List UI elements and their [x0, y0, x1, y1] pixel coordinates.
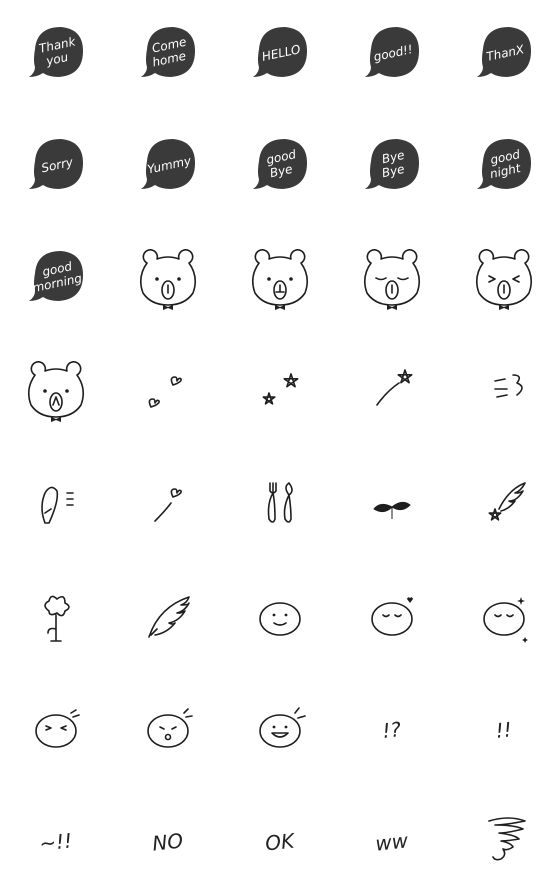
sticker-bubble[interactable]: Thank you [0, 0, 112, 112]
bubble-icon: ByeBye [365, 139, 419, 189]
sticker-bear-smile[interactable] [224, 224, 336, 336]
sticker-bubble[interactable]: Yummy [112, 112, 224, 224]
hand-text: OK [264, 828, 297, 855]
sticker-face-squint[interactable] [0, 672, 112, 784]
sticker-bubble[interactable]: Sorry [0, 112, 112, 224]
hearts-icon [148, 376, 182, 408]
handtext-icon: !? [381, 717, 402, 743]
handtext-icon: ~!! [38, 828, 73, 855]
sticker-handtext[interactable]: ww [336, 784, 448, 896]
bubble-icon: Comehome [141, 27, 195, 77]
handtext-icon: NO [151, 828, 184, 855]
tornado-icon [488, 817, 526, 861]
lightbulb-icon [41, 486, 74, 524]
dash-lines-icon [494, 374, 523, 398]
hand-text: ww [374, 828, 410, 855]
sticker-hearts[interactable] [112, 336, 224, 448]
shooting-star-icon [376, 369, 413, 406]
sticker-flower[interactable] [0, 560, 112, 672]
sticker-handtext[interactable]: OK [224, 784, 336, 896]
sticker-face-sparkle[interactable] [448, 560, 560, 672]
face-icon [35, 709, 80, 748]
sticker-star-wing[interactable] [448, 448, 560, 560]
sticker-handtext[interactable]: !! [448, 672, 560, 784]
hand-text: !! [494, 717, 512, 743]
bubble-icon: ThanX [477, 27, 531, 77]
bubble-icon: goodnight [477, 139, 531, 189]
sticker-bubble[interactable]: HELLO [224, 0, 336, 112]
face-icon [371, 597, 413, 636]
sticker-face-surprised[interactable] [112, 672, 224, 784]
sticker-bear-squint[interactable] [448, 224, 560, 336]
sticker-bear-neutral[interactable] [112, 224, 224, 336]
bear-icon [251, 249, 309, 310]
sticker-bear-surprised[interactable] [0, 336, 112, 448]
sticker-face-happy-heart[interactable] [336, 560, 448, 672]
wing-icon [148, 596, 190, 638]
sticker-handtext[interactable]: !? [336, 672, 448, 784]
sticker-dash-lines[interactable] [448, 336, 560, 448]
sticker-bubble[interactable]: good!! [336, 0, 448, 112]
sticker-stars[interactable] [224, 336, 336, 448]
sticker-tornado[interactable] [448, 784, 560, 896]
handtext-icon: ww [374, 828, 410, 855]
sticker-bubble[interactable]: Come home [112, 0, 224, 112]
sticker-sprout[interactable] [336, 448, 448, 560]
face-icon [483, 597, 528, 643]
bubble-icon: goodBye [253, 139, 307, 189]
heart-flying-icon [154, 488, 182, 522]
bubble-icon: Sorry [29, 139, 83, 189]
bubble-icon: Yummy [141, 139, 195, 189]
sticker-bubble[interactable]: good morning [0, 224, 112, 336]
bear-icon [27, 361, 85, 422]
bubble-icon: HELLO [253, 27, 307, 77]
face-icon [147, 708, 193, 748]
bubble-icon: good!! [365, 27, 419, 77]
sprout-icon [373, 501, 411, 519]
face-icon [259, 602, 301, 636]
sticker-wing[interactable] [112, 560, 224, 672]
sticker-handtext[interactable]: ~!! [0, 784, 112, 896]
sticker-bubble[interactable]: good night [448, 112, 560, 224]
sticker-bubble[interactable]: Bye Bye [336, 112, 448, 224]
sticker-bubble[interactable]: ThanX [448, 0, 560, 112]
bubble-icon: goodmorning [29, 251, 84, 301]
sticker-heart-flying[interactable] [112, 448, 224, 560]
bear-icon [139, 249, 197, 310]
sticker-spoon-fork[interactable] [224, 448, 336, 560]
stars-icon [262, 373, 299, 405]
face-icon [259, 707, 306, 748]
sticker-shooting-star[interactable] [336, 336, 448, 448]
hand-text: ~!! [38, 828, 73, 855]
sticker-face-grin[interactable] [224, 672, 336, 784]
star-wing-icon [488, 482, 526, 521]
spoon-fork-icon [267, 482, 293, 523]
sticker-bubble[interactable]: good Bye [224, 112, 336, 224]
bubble-icon: Thankyou [29, 27, 83, 77]
handtext-icon: OK [264, 828, 297, 855]
bear-icon [363, 249, 421, 310]
sticker-grid: Thank you Come home HELLO good!! ThanX Sorry Yum… [0, 0, 560, 896]
sticker-bear-sleepy[interactable] [336, 224, 448, 336]
sticker-lightbulb[interactable] [0, 448, 112, 560]
hand-text: NO [151, 828, 184, 855]
bear-icon [475, 249, 533, 310]
hand-text: !? [381, 717, 402, 743]
flower-icon [44, 595, 70, 642]
handtext-icon: !! [494, 717, 512, 743]
sticker-face-smile[interactable] [224, 560, 336, 672]
sticker-handtext[interactable]: NO [112, 784, 224, 896]
